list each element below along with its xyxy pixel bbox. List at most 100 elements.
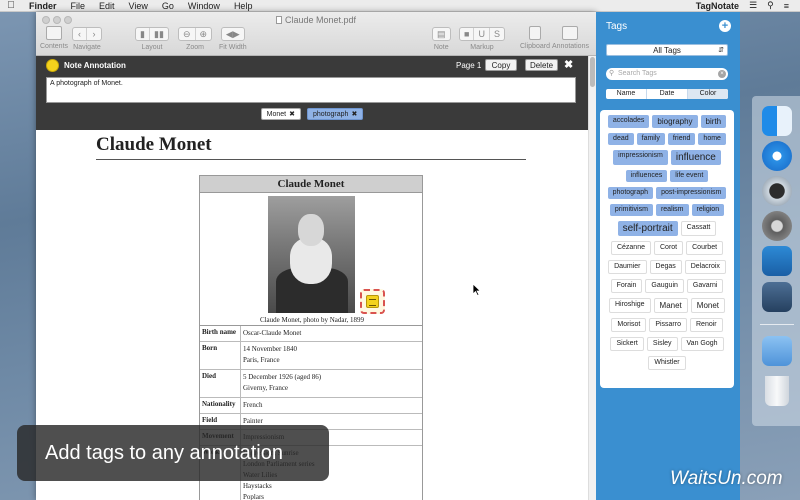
tag-chip[interactable]: influence [670,150,721,165]
sort-by-date[interactable]: Date [647,89,688,99]
safari-icon[interactable] [762,141,792,171]
tag-chip[interactable]: Daumier [608,260,647,274]
zoom-out-icon[interactable]: ⊖ [179,28,196,40]
tag-chip[interactable]: home [698,133,726,145]
contents-group: Contents [40,26,68,50]
strikethrough-icon[interactable]: S [490,28,504,40]
trash-icon[interactable] [765,376,789,406]
menu-finder[interactable]: Finder [22,1,64,11]
delete-button[interactable]: Delete [525,59,558,71]
table-row: Birth name Oscar-Claude Monet [200,326,422,342]
apple-icon[interactable]:  [0,0,22,11]
dock [752,96,800,426]
tag-chip[interactable]: Renoir [690,318,723,332]
tag-chip[interactable]: Pissarro [649,318,687,332]
tag-chip[interactable]: Delacroix [684,260,726,274]
clear-search-icon[interactable]: × [718,70,726,78]
menu-edit[interactable]: Edit [92,1,122,11]
tag-chip[interactable]: Cézanne [610,241,651,255]
tag-chip[interactable]: primitivism [609,204,653,216]
two-page-button[interactable]: ▮▮ [150,28,168,40]
note-icon[interactable]: ▤ [433,28,450,40]
annotation-tag[interactable]: photograph ✖ [307,108,364,120]
tag-chip[interactable]: family [636,133,665,145]
system-preferences-icon[interactable] [762,211,792,241]
forward-button[interactable]: › [87,28,101,40]
tag-chip[interactable]: Morisot [611,318,647,332]
add-tag-icon[interactable]: + [719,20,731,32]
close-icon[interactable]: ✖ [564,58,573,71]
copy-button[interactable]: Copy [485,59,517,71]
tag-chip[interactable]: post-impressionism [656,187,727,199]
tag-chip[interactable]: biography [652,115,698,128]
tag-chip[interactable]: accolades [607,115,650,128]
finder-icon[interactable] [762,106,792,136]
tag-chip[interactable]: Gavarni [686,279,724,293]
tag-chip[interactable]: birth [700,115,727,128]
menu-tagnotate[interactable]: TagNotate [691,1,744,11]
tag-chip[interactable]: Sickert [610,337,644,351]
watermark: WaitsUn.com [670,468,783,489]
zoom-label: Zoom [186,44,204,51]
annotation-title: Note Annotation [64,61,126,70]
tag-chip[interactable]: Gauguin [645,279,684,293]
annotation-tag[interactable]: Monet ✖ [260,108,302,120]
applications-folder-icon[interactable] [762,336,792,366]
fit-width-icon[interactable]: ◀▶ [222,28,244,40]
tag-chip[interactable]: religion [691,204,725,216]
menu-go[interactable]: Go [155,1,181,11]
tag-chip[interactable]: friend [667,133,696,145]
vertical-scrollbar[interactable] [588,56,596,500]
tag-filter-select[interactable]: All Tags ⇵ [606,44,728,56]
sort-by-name[interactable]: Name [606,89,647,99]
sort-by-color[interactable]: Color [688,89,728,99]
tag-chip[interactable]: realism [655,204,689,216]
sidebar-toggle-icon[interactable] [46,26,63,40]
spotlight-icon[interactable]: ⚲ [762,0,779,11]
menu-bar:  Finder File Edit View Go Window Help T… [0,0,800,12]
tag-chip[interactable]: Van Gogh [680,337,724,351]
back-button[interactable]: ‹ [73,28,87,40]
notification-center-icon[interactable]: ≡ [779,1,794,11]
annotation-page: Page 1 [456,61,482,70]
tag-chip[interactable]: Manet [653,298,688,313]
note-label: Note [433,44,449,51]
tag-chip[interactable]: Corot [654,241,684,255]
remove-tag-icon[interactable]: ✖ [289,110,295,118]
preview-icon[interactable] [762,246,792,276]
note-annotation-marker[interactable] [360,289,385,314]
tag-chip[interactable]: Courbet [686,241,724,255]
tag-chip[interactable]: Hiroshige [608,298,651,313]
annotation-text-field[interactable]: A photograph of Monet. [46,77,576,103]
screen-sharing-icon[interactable] [762,282,792,312]
menu-view[interactable]: View [122,1,155,11]
tag-chip[interactable]: influences [625,170,668,182]
underline-icon[interactable]: U [474,28,490,40]
highlight-icon[interactable]: ■ [460,28,475,40]
tag-chip[interactable]: dead [608,133,634,145]
clipboard-icon[interactable] [528,26,541,40]
list-icon[interactable]: ☰ [744,0,762,11]
tag-chip[interactable]: Sisley [646,337,678,351]
tag-chip[interactable]: Whistler [648,356,686,370]
tag-chip[interactable]: photograph [607,187,654,199]
menu-file[interactable]: File [64,1,93,11]
tag-chip[interactable]: Monet [690,298,726,313]
menu-help[interactable]: Help [227,1,260,11]
photo-face [298,214,324,246]
tag-chip[interactable]: impressionism [613,150,668,165]
tag-chip[interactable]: Cassatt [680,221,717,236]
quicktime-icon[interactable] [762,176,792,206]
menu-window[interactable]: Window [181,1,227,11]
tag-chip[interactable]: Degas [649,260,682,274]
scrollbar-thumb[interactable] [590,57,595,87]
zoom-in-icon[interactable]: ⊕ [196,28,212,40]
clipboard-group: Clipboard [520,26,550,50]
annotations-icon[interactable] [562,26,579,40]
tag-chip[interactable]: Forain [610,279,643,293]
remove-tag-icon[interactable]: ✖ [351,110,357,118]
tag-chip[interactable]: self-portrait [617,221,678,236]
single-page-button[interactable]: ▮ [136,28,150,40]
tag-search-input[interactable]: ⚲ Search Tags × [606,68,728,80]
tag-chip[interactable]: life event [670,170,709,182]
